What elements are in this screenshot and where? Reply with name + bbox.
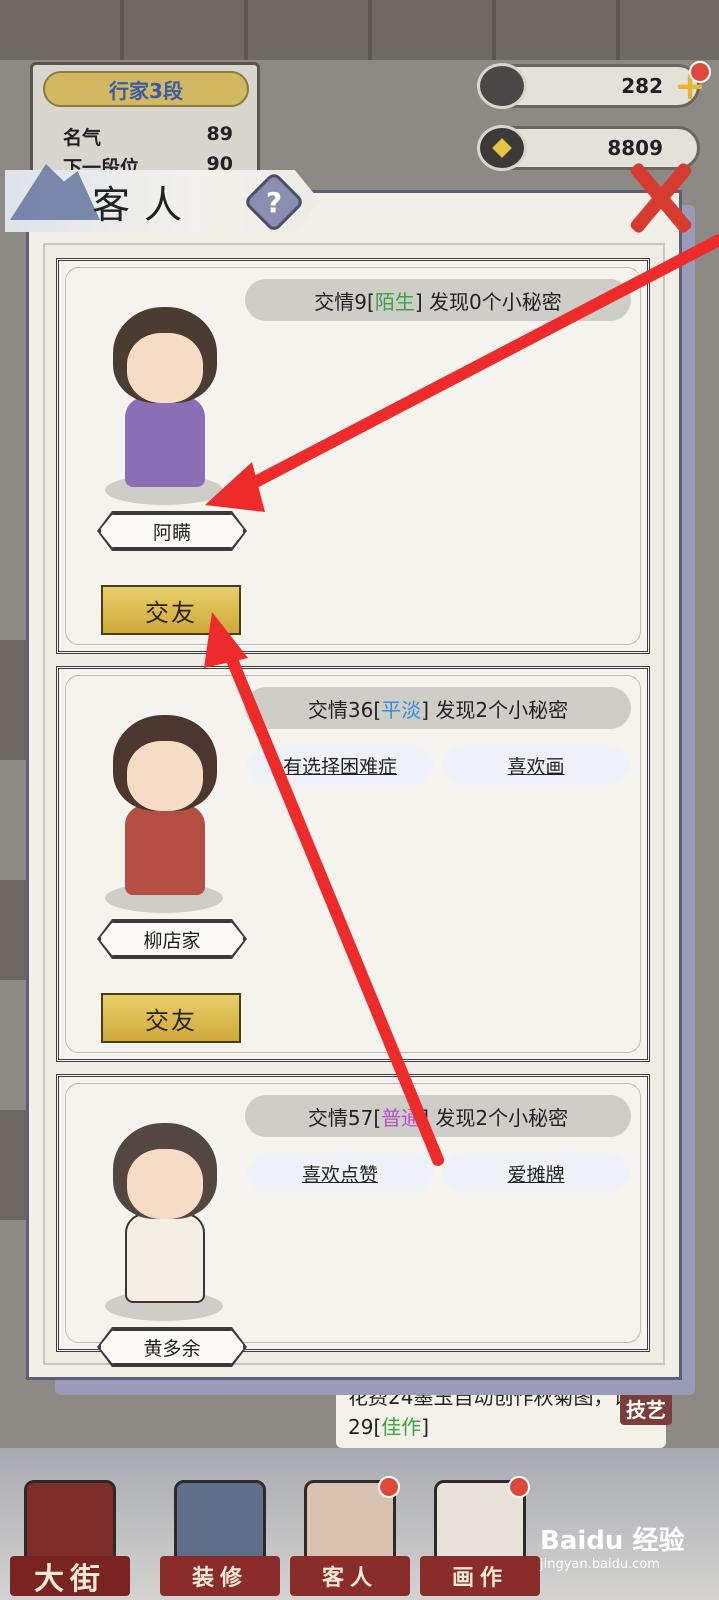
friendship-info: 交情57[普通] 发现2个小秘密 — [245, 1095, 631, 1137]
guest-avatar[interactable] — [99, 1093, 229, 1321]
jade-resource[interactable]: 282 + — [477, 61, 711, 109]
guest-avatar[interactable] — [99, 277, 229, 505]
watermark-url: jingyan.baidu.com — [540, 1557, 660, 1572]
guest-name: 阿瞒 — [99, 513, 245, 549]
befriend-button[interactable]: 交友 — [101, 993, 241, 1043]
secrets-found: ] 发现0个小秘密 — [414, 289, 562, 314]
rank-panel: 行家3段 名气 89 下一段位 90 — [30, 62, 260, 182]
top-background — [0, 0, 719, 60]
skill-tab[interactable]: 技艺 — [620, 1392, 672, 1425]
friendship-value: 交情9[ — [314, 289, 375, 314]
avatar-face — [127, 1149, 203, 1219]
avatar-face — [127, 333, 203, 403]
help-icon: ? — [265, 185, 283, 219]
avatar-body — [125, 805, 205, 895]
nav-guests[interactable]: 客人 — [290, 1476, 410, 1600]
guest-name: 柳店家 — [99, 921, 245, 957]
nav-street[interactable]: 大街 — [10, 1480, 130, 1600]
nav-guests-label: 客人 — [290, 1556, 410, 1596]
avatar-body — [125, 397, 205, 487]
nav-paintings-label: 画作 — [420, 1556, 540, 1596]
nav-decorate-label: 装修 — [160, 1556, 280, 1596]
jade-icon — [477, 63, 527, 109]
guest-avatar[interactable] — [99, 685, 229, 913]
secret-tag[interactable]: 喜欢画 — [441, 745, 631, 785]
secret-tag[interactable]: 喜欢点赞 — [245, 1153, 435, 1193]
secret-tag[interactable]: 有选择困难症 — [245, 745, 435, 785]
jade-value: 282 — [621, 74, 663, 98]
notification-dot — [508, 1476, 530, 1498]
guest-card: 阿瞒 交友 交情9[陌生] 发现0个小秘密 — [56, 258, 650, 654]
close-icon[interactable] — [620, 150, 700, 240]
relation-level: 平淡 — [381, 697, 422, 722]
friendship-info: 交情36[平淡] 发现2个小秘密 — [245, 687, 631, 729]
guest-name: 黄多余 — [99, 1329, 245, 1365]
log-text-end: ] — [421, 1415, 430, 1439]
nav-decorate[interactable]: 装修 — [160, 1480, 280, 1600]
left-edge-decoration — [0, 880, 26, 980]
befriend-button[interactable]: 交友 — [101, 585, 241, 635]
avatar-face — [127, 741, 203, 811]
guest-card: 黄多余 交情57[普通] 发现2个小秘密 喜欢点赞 爱摊牌 — [56, 1074, 650, 1367]
secrets-found: ] 发现2个小秘密 — [421, 697, 569, 722]
watermark: Baidu 经验 jingyan.baidu.com — [540, 1520, 715, 1590]
nav-paintings[interactable]: 画作 — [420, 1476, 540, 1600]
guest-card: 柳店家 交友 交情36[平淡] 发现2个小秘密 有选择困难症 喜欢画 — [56, 666, 650, 1062]
friendship-info: 交情9[陌生] 发现0个小秘密 — [245, 279, 631, 321]
friendship-value: 交情57[ — [307, 1105, 382, 1130]
dialog-title: 客人 — [92, 182, 197, 227]
notification-dot — [689, 61, 711, 83]
fame-label: 名气 — [63, 127, 102, 149]
nav-street-label: 大街 — [10, 1556, 130, 1597]
log-grade: 佳作 — [381, 1415, 422, 1439]
secret-tag[interactable]: 爱摊牌 — [441, 1153, 631, 1193]
relation-level: 陌生 — [374, 289, 415, 314]
left-edge-decoration — [0, 640, 26, 760]
friendship-value: 交情36[ — [307, 697, 382, 722]
watermark-brand: Baidu 经验 — [540, 1526, 685, 1556]
avatar-body — [125, 1213, 205, 1303]
relation-level: 普通 — [381, 1105, 422, 1130]
fame-row: 名气 89 — [63, 123, 233, 150]
rank-title: 行家3段 — [43, 71, 249, 107]
secrets-found: ] 发现2个小秘密 — [421, 1105, 569, 1130]
fame-value: 89 — [206, 123, 233, 145]
left-edge-decoration — [0, 1110, 26, 1220]
coin-icon — [477, 125, 527, 171]
notification-dot — [378, 1476, 400, 1498]
